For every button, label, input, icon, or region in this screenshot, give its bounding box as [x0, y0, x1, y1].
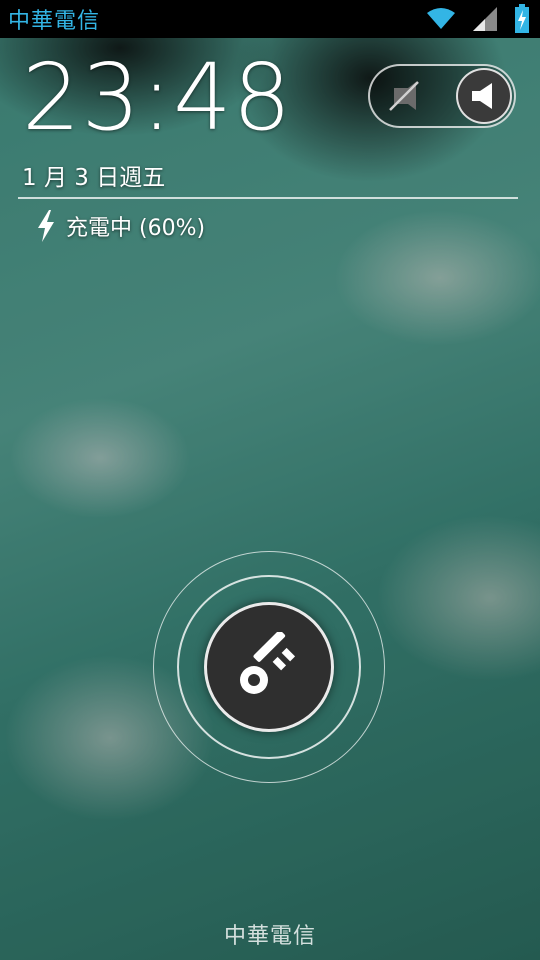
divider — [18, 197, 518, 199]
charging-text: 充電中 (60%) — [66, 216, 206, 241]
key-icon — [240, 632, 296, 694]
clock-time: 23:48 — [22, 44, 293, 151]
vibrate-off-icon[interactable] — [384, 76, 424, 116]
status-bar: 中華電信 — [0, 0, 540, 38]
carrier-name: 中華電信 — [8, 9, 101, 34]
lightning-icon — [38, 210, 54, 242]
wifi-icon — [427, 8, 455, 29]
date-text: 1 月 3 日週五 — [22, 165, 166, 191]
signal-icon — [473, 7, 497, 31]
speaker-option[interactable] — [456, 68, 512, 124]
speaker-icon — [472, 83, 492, 109]
status-icons — [426, 4, 530, 34]
battery-charging-icon — [515, 4, 529, 33]
charging-status: 充電中 (60%) — [36, 210, 205, 242]
carrier-footer: 中華電信 — [223, 924, 316, 949]
unlock-handle[interactable] — [204, 602, 334, 732]
sound-mode-toggle[interactable] — [368, 64, 516, 128]
lock-screen: 中華電信 23:48 1 月 3 日週五 充電中 (60%) 中華電信 — [0, 0, 540, 960]
